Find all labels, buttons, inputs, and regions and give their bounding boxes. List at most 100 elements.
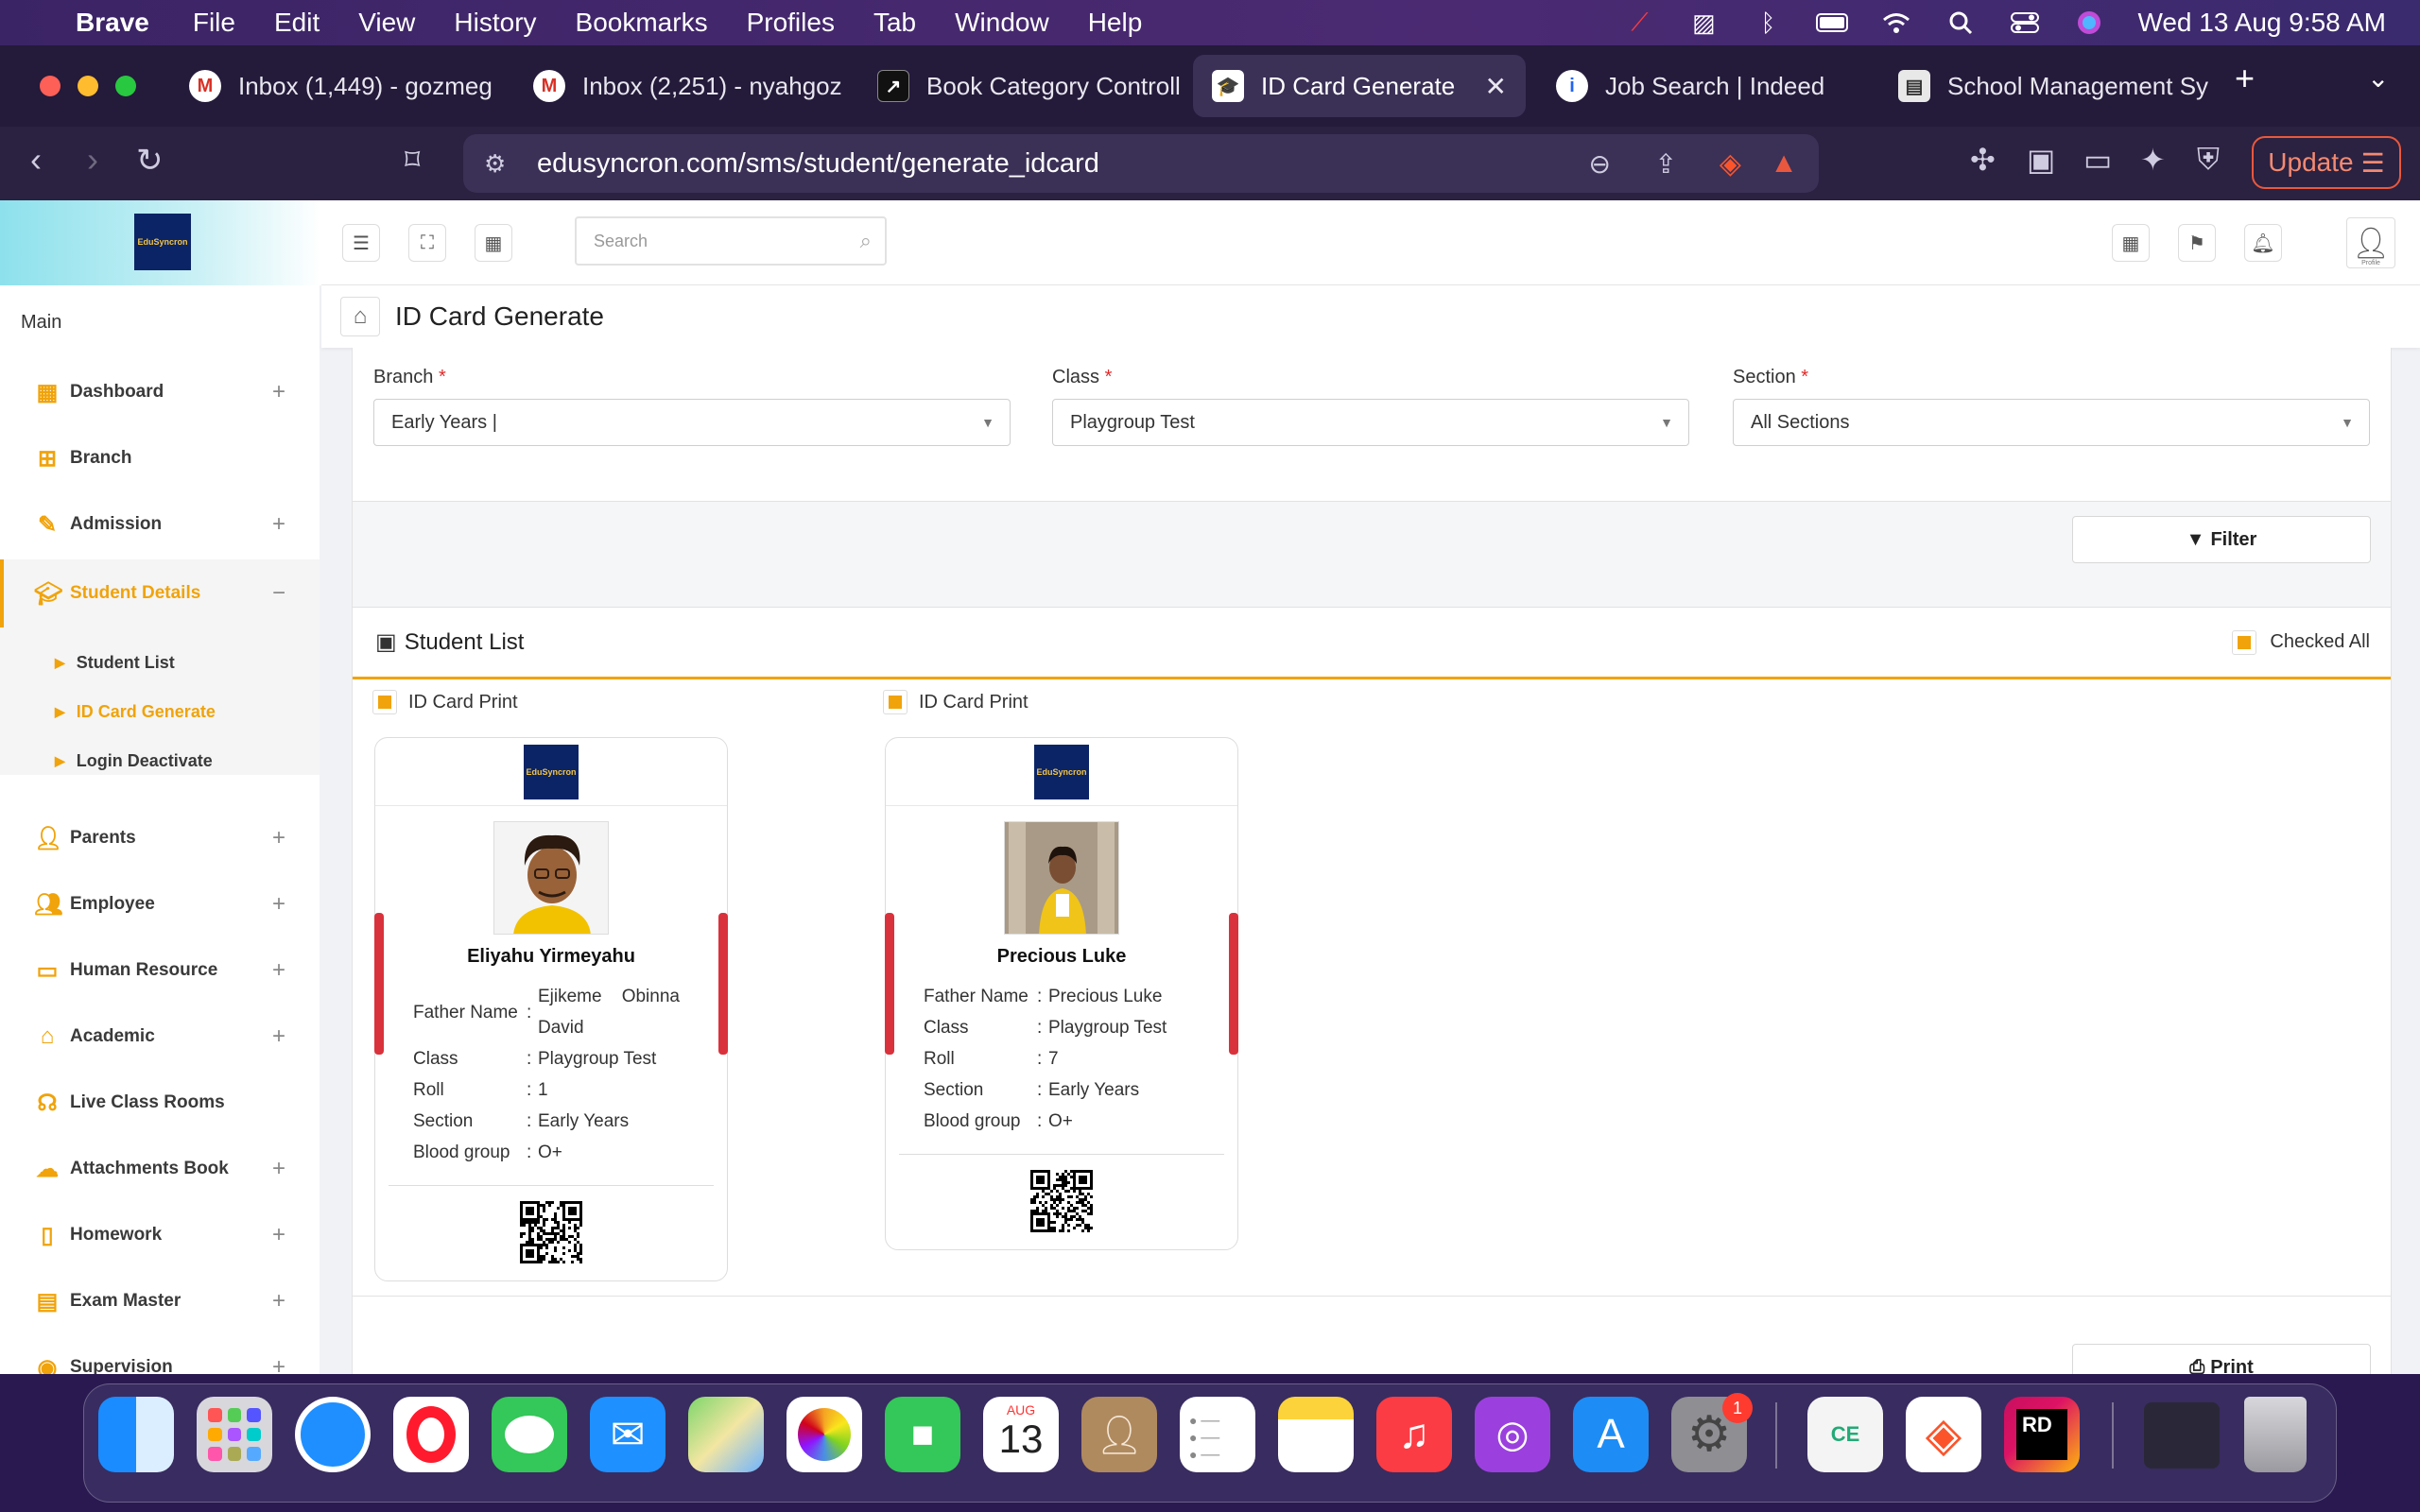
apps-grid-button[interactable]: ▦ bbox=[475, 224, 512, 262]
sidebar-subitem-student-list[interactable]: ▶ Student List bbox=[0, 648, 320, 677]
expand-icon[interactable]: + bbox=[272, 1222, 285, 1248]
user-avatar[interactable]: 👤︎ Profile bbox=[2346, 217, 2395, 268]
sidebar-item-homework[interactable]: ▯ Homework + bbox=[0, 1204, 320, 1266]
spotlight-search-icon[interactable] bbox=[1945, 9, 1977, 36]
branch-select[interactable]: Early Years | ▼ bbox=[373, 399, 1011, 446]
sidebar-subitem-id-card-generate[interactable]: ▶ ID Card Generate bbox=[0, 697, 320, 726]
minimize-window-button[interactable] bbox=[78, 76, 98, 96]
search-input[interactable]: Search ⌕ bbox=[575, 216, 887, 266]
menu-history[interactable]: History bbox=[454, 8, 536, 38]
tab-gmail-2[interactable]: M Inbox (2,251) - nyahgoz bbox=[514, 55, 843, 117]
dock-messages[interactable] bbox=[492, 1397, 567, 1472]
card-2-print-toggle[interactable]: ID Card Print bbox=[883, 690, 1028, 714]
dock-finder[interactable] bbox=[98, 1397, 174, 1472]
dock-calendar[interactable]: AUG 13 bbox=[983, 1397, 1059, 1472]
dock-trash[interactable] bbox=[2244, 1397, 2307, 1472]
dock-podcasts[interactable]: ◎ bbox=[1475, 1397, 1550, 1472]
tab-indeed[interactable]: i Job Search | Indeed bbox=[1537, 55, 1866, 117]
sidebar-toggle-button[interactable]: ☰ bbox=[342, 224, 380, 262]
checked-all-checkbox[interactable] bbox=[2232, 629, 2257, 655]
sidebar-item-admission[interactable]: ✎ Admission + bbox=[0, 493, 320, 556]
dock-rider[interactable]: RD bbox=[2004, 1397, 2080, 1472]
fullscreen-button[interactable]: ⛶ bbox=[408, 224, 446, 262]
share-icon[interactable]: ⇪ bbox=[1655, 148, 1677, 180]
tab-id-card-generate[interactable]: 🎓 ID Card Generate ✕ bbox=[1193, 55, 1526, 117]
tab-school-management[interactable]: ▤ School Management Sy bbox=[1879, 55, 2208, 117]
site-settings-icon[interactable]: ⚙ bbox=[484, 149, 506, 179]
dock-mail[interactable]: ✉ bbox=[590, 1397, 666, 1472]
tab-list-chevron-icon[interactable]: ⌄ bbox=[2367, 62, 2389, 94]
menu-help[interactable]: Help bbox=[1088, 8, 1143, 38]
sidebar-item-parents[interactable]: 👤︎ Parents + bbox=[0, 807, 320, 869]
close-tab-icon[interactable]: ✕ bbox=[1485, 71, 1507, 102]
app-menu-brave[interactable]: Brave bbox=[76, 8, 149, 38]
expand-icon[interactable]: + bbox=[272, 1023, 285, 1050]
filter-button[interactable]: ▼ Filter bbox=[2072, 516, 2371, 563]
dock-maps[interactable] bbox=[688, 1397, 764, 1472]
wifi-icon[interactable] bbox=[1880, 9, 1912, 36]
flag-button[interactable]: ⚑ bbox=[2178, 224, 2216, 262]
sidebar-item-student-details[interactable]: 🎓︎ Student Details − bbox=[0, 559, 320, 627]
calendar-button[interactable]: ▦ bbox=[2112, 224, 2150, 262]
expand-icon[interactable]: + bbox=[272, 957, 285, 984]
sidebar-toggle-icon[interactable]: ▣ bbox=[2027, 142, 2055, 178]
address-bar[interactable]: ⚙ edusyncron.com/sms/student/generate_id… bbox=[463, 134, 1819, 193]
dock-contacts[interactable]: 👤︎ bbox=[1081, 1397, 1157, 1472]
dock-music[interactable]: ♫ bbox=[1376, 1397, 1452, 1472]
forward-button[interactable]: › bbox=[87, 140, 98, 180]
id-card-print-checkbox[interactable] bbox=[372, 690, 397, 714]
leo-ai-icon[interactable]: ✦ bbox=[2140, 142, 2166, 178]
vpn-icon[interactable]: ⛨ bbox=[2197, 142, 2220, 178]
sidebar-item-dashboard[interactable]: ▦ Dashboard + bbox=[0, 361, 320, 423]
tab-book-category[interactable]: ↗ Book Category Controll bbox=[858, 55, 1187, 117]
menu-file[interactable]: File bbox=[193, 8, 235, 38]
edusyncron-logo[interactable]: EduSyncron bbox=[134, 214, 191, 270]
dock-launchpad[interactable] bbox=[197, 1397, 272, 1472]
sidebar-item-live-class-rooms[interactable]: ☊ Live Class Rooms bbox=[0, 1072, 320, 1134]
sidebar-item-human-resource[interactable]: ▭ Human Resource + bbox=[0, 939, 320, 1002]
activity-icon[interactable]: ⟋ bbox=[1623, 8, 1655, 36]
menu-edit[interactable]: Edit bbox=[274, 8, 320, 38]
tab-gmail-1[interactable]: M Inbox (1,449) - gozmeg bbox=[170, 55, 499, 117]
brave-rewards-icon[interactable]: ▲ bbox=[1770, 147, 1798, 180]
new-tab-button[interactable]: + bbox=[2235, 59, 2255, 98]
expand-icon[interactable]: + bbox=[272, 379, 285, 405]
sidebar-subitem-login-deactivate[interactable]: ▶ Login Deactivate bbox=[0, 747, 320, 775]
expand-icon[interactable]: + bbox=[272, 1354, 285, 1374]
expand-icon[interactable]: + bbox=[272, 1288, 285, 1314]
id-card-print-checkbox[interactable] bbox=[883, 690, 908, 714]
zoom-window-button[interactable] bbox=[115, 76, 136, 96]
search-icon[interactable]: ⌕ bbox=[860, 229, 872, 253]
menu-window[interactable]: Window bbox=[955, 8, 1049, 38]
stripes-icon[interactable]: ▨ bbox=[1687, 9, 1720, 37]
expand-icon[interactable]: + bbox=[272, 825, 285, 851]
brave-shields-icon[interactable]: ◈ bbox=[1720, 147, 1741, 180]
wallet-icon[interactable]: ▭ bbox=[2083, 142, 2112, 178]
sidebar-item-branch[interactable]: ⊞ Branch bbox=[0, 427, 320, 490]
control-center-icon[interactable] bbox=[2009, 9, 2041, 36]
menu-profiles[interactable]: Profiles bbox=[747, 8, 835, 38]
dock-brave[interactable]: ◈ bbox=[1906, 1397, 1981, 1472]
sidebar-item-academic[interactable]: ⌂ Academic + bbox=[0, 1005, 320, 1068]
print-button[interactable]: ⎙ Print bbox=[2072, 1344, 2371, 1374]
dock-screenshot[interactable] bbox=[2144, 1402, 2220, 1469]
dock-ce[interactable]: CE bbox=[1807, 1397, 1883, 1472]
menu-view[interactable]: View bbox=[358, 8, 415, 38]
sidebar-item-exam-master[interactable]: ▤ Exam Master + bbox=[0, 1270, 320, 1332]
home-button[interactable]: ⌂ bbox=[340, 297, 380, 336]
checked-all-control[interactable]: Checked All bbox=[2232, 629, 2370, 655]
reload-button[interactable]: ↻ bbox=[136, 142, 164, 180]
sidebar-item-supervision[interactable]: ◉ Supervision + bbox=[0, 1336, 320, 1374]
bluetooth-icon[interactable]: ᛒ bbox=[1752, 9, 1784, 37]
menubar-clock[interactable]: Wed 13 Aug 9:58 AM bbox=[2137, 8, 2386, 38]
dock-reminders[interactable]: ● ── ● ── ● ── bbox=[1180, 1397, 1255, 1472]
section-select[interactable]: All Sections ▼ bbox=[1733, 399, 2370, 446]
extensions-icon[interactable]: ✣ bbox=[1970, 142, 1996, 178]
sidebar-item-attachments-book[interactable]: ☁ Attachments Book + bbox=[0, 1138, 320, 1200]
dock-app-store[interactable]: A bbox=[1573, 1397, 1649, 1472]
menu-bookmarks[interactable]: Bookmarks bbox=[576, 8, 708, 38]
collapse-icon[interactable]: − bbox=[272, 580, 285, 607]
expand-icon[interactable]: + bbox=[272, 511, 285, 538]
dock-facetime[interactable]: ■ bbox=[885, 1397, 960, 1472]
zoom-icon[interactable]: ⊖ bbox=[1589, 148, 1611, 180]
